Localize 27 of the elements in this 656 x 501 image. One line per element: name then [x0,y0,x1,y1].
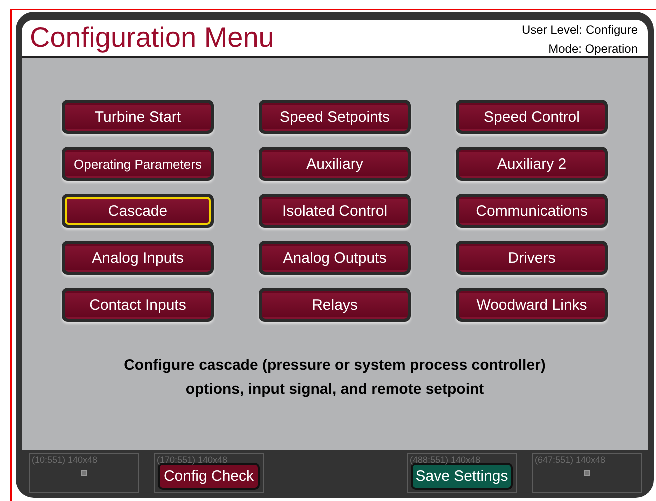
slot-label: (170:551) 140x48 [157,455,228,465]
menu-button[interactable]: Relays [262,291,408,319]
menu-button[interactable]: Communications [459,197,605,225]
menu-button[interactable]: Turbine Start [65,103,211,131]
menu-button[interactable]: Auxiliary [262,150,408,178]
slot-label: (488:551) 140x48 [410,455,481,465]
footer-button[interactable]: Save Settings [411,463,513,490]
screen-title: Configuration Menu [30,21,274,55]
menu-button[interactable]: Speed Setpoints [262,103,408,131]
mode-label: Mode: Operation [548,41,638,58]
slot-label: (647:551) 140x48 [535,455,606,465]
menu-button[interactable]: Contact Inputs [65,291,211,319]
menu-button[interactable]: Isolated Control [262,197,408,225]
menu-button[interactable]: Drivers [459,244,605,272]
user-level-label: User Level: Configure [522,22,638,39]
menu-button[interactable]: Speed Control [459,103,605,131]
menu-button[interactable]: Operating Parameters [65,150,211,178]
menu-button[interactable]: Analog Inputs [65,244,211,272]
menu-button[interactable]: Cascade [65,197,211,225]
menu-button[interactable]: Auxiliary 2 [459,150,605,178]
description-text: Configure cascade (pressure or system process controller) options, input signal, and remote setpoint [123,356,547,400]
footer-button[interactable]: Config Check [158,463,260,490]
square-icon [584,470,590,476]
square-icon [81,470,87,476]
menu-button[interactable]: Woodward Links [459,291,605,319]
slot-label: (10:551) 140x48 [32,455,98,465]
menu-button[interactable]: Analog Outputs [262,244,408,272]
